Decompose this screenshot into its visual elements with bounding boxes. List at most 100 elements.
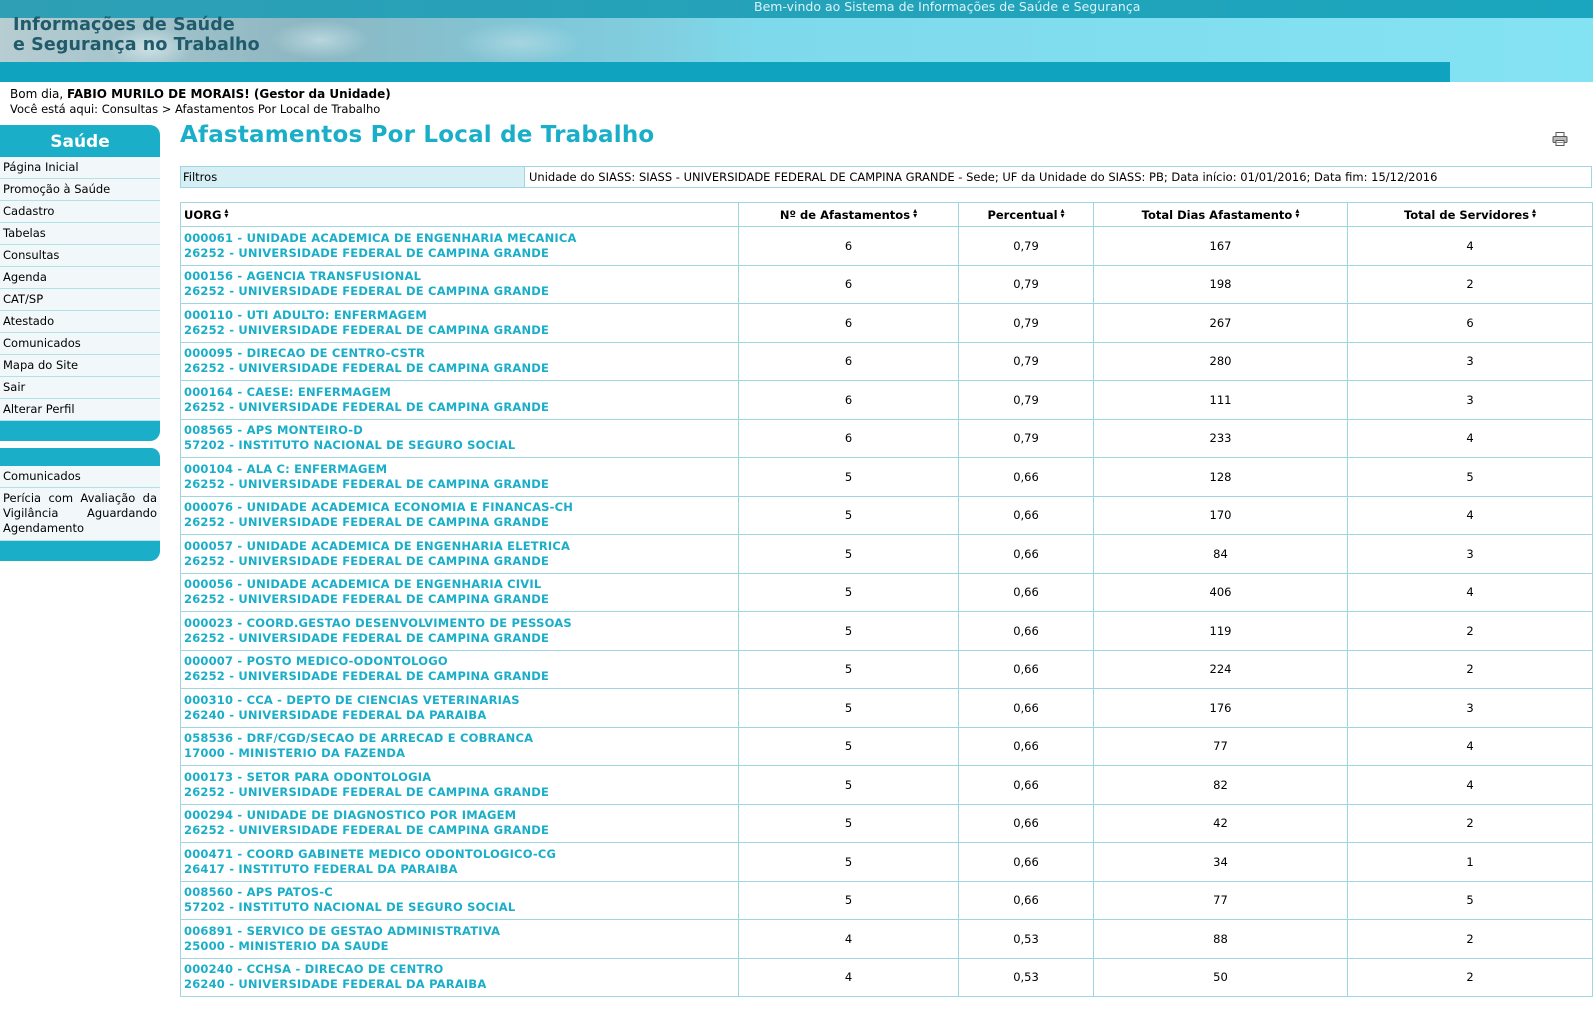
uorg-link[interactable]: 000164 - CAESE: ENFERMAGEM [184, 385, 738, 400]
cell-total-dias: 170 [1093, 495, 1348, 535]
uorg-link[interactable]: 000294 - UNIDADE DE DIAGNOSTICO POR IMAG… [184, 808, 738, 823]
org-link[interactable]: 17000 - MINISTERIO DA FAZENDA [184, 746, 738, 761]
org-link[interactable]: 26417 - INSTITUTO FEDERAL DA PARAIBA [184, 862, 738, 877]
cell-total-dias: 119 [1093, 611, 1348, 651]
uorg-link[interactable]: 006891 - SERVICO DE GESTAO ADMINISTRATIV… [184, 924, 738, 939]
cell-total-dias: 233 [1093, 418, 1348, 458]
cell-percentual: 0,53 [958, 919, 1094, 959]
sidebar-item-comunicados[interactable]: Comunicados [0, 333, 160, 355]
cell-uorg: 000057 - UNIDADE ACADEMICA DE ENGENHARIA… [180, 534, 739, 574]
org-link[interactable]: 26252 - UNIVERSIDADE FEDERAL DE CAMPINA … [184, 592, 738, 607]
table-row: 008560 - APS PATOS-C 57202 - INSTITUTO NA… [180, 880, 1593, 920]
cell-uorg: 008560 - APS PATOS-C 57202 - INSTITUTO NA… [180, 880, 739, 920]
sidebar-item-agenda[interactable]: Agenda [0, 267, 160, 289]
breadcrumb-link-consultas[interactable]: Consultas [102, 102, 158, 116]
org-link[interactable]: 26252 - UNIVERSIDADE FEDERAL DE CAMPINA … [184, 515, 738, 530]
uorg-link[interactable]: 000076 - UNIDADE ACADEMICA ECONOMIA E FI… [184, 500, 738, 515]
breadcrumb-separator: > [158, 102, 176, 116]
org-link[interactable]: 26240 - UNIVERSIDADE FEDERAL DA PARAIBA [184, 977, 738, 992]
uorg-link[interactable]: 000061 - UNIDADE ACADEMICA DE ENGENHARIA… [184, 231, 738, 246]
uorg-link[interactable]: 000471 - COORD GABINETE MEDICO ODONTOLOG… [184, 847, 738, 862]
org-link[interactable]: 26252 - UNIVERSIDADE FEDERAL DE CAMPINA … [184, 400, 738, 415]
sidebar-item-tabelas[interactable]: Tabelas [0, 223, 160, 245]
uorg-link[interactable]: 008565 - APS MONTEIRO-D [184, 423, 738, 438]
logo-line-1: Informações de Saúde [13, 15, 235, 35]
table-header-row: UORG ▴ ▾ Nº de Afastamentos ▴ ▾ Percentual ▴ ▾… [180, 202, 1593, 227]
org-link[interactable]: 26252 - UNIVERSIDADE FEDERAL DE CAMPINA … [184, 284, 738, 299]
sidebar-item-atestado[interactable]: Atestado [0, 311, 160, 333]
uorg-link[interactable]: 000173 - SETOR PARA ODONTOLOGIA [184, 770, 738, 785]
cell-total-servidores: 3 [1347, 341, 1593, 381]
cell-total-servidores: 2 [1347, 957, 1593, 997]
column-header-afastamentos[interactable]: Nº de Afastamentos ▴ ▾ [738, 202, 959, 227]
cell-total-servidores: 4 [1347, 572, 1593, 612]
cell-uorg: 000104 - ALA C: ENFERMAGEM 26252 - UNIVER… [180, 457, 739, 497]
org-link[interactable]: 26252 - UNIVERSIDADE FEDERAL DE CAMPINA … [184, 823, 738, 838]
sort-arrows-icon[interactable]: ▴ ▾ [1295, 206, 1299, 219]
sort-arrows-icon[interactable]: ▴ ▾ [1532, 206, 1536, 219]
cell-total-servidores: 6 [1347, 303, 1593, 343]
column-header-total-dias[interactable]: Total Dias Afastamento ▴ ▾ [1093, 202, 1348, 227]
cell-uorg: 000173 - SETOR PARA ODONTOLOGIA 26252 - U… [180, 765, 739, 805]
column-header-percentual[interactable]: Percentual ▴ ▾ [958, 202, 1094, 227]
sidebar-item-mapa-do-site[interactable]: Mapa do Site [0, 355, 160, 377]
cell-total-dias: 406 [1093, 572, 1348, 612]
cell-afastamentos: 5 [738, 803, 959, 843]
cell-percentual: 0,79 [958, 226, 1094, 266]
site-logo[interactable]: Informações de Saúde e Segurança no Trab… [13, 15, 260, 55]
org-link[interactable]: 26252 - UNIVERSIDADE FEDERAL DE CAMPINA … [184, 477, 738, 492]
cell-uorg: 000023 - COORD.GESTAO DESENVOLVIMENTO DE… [180, 611, 739, 651]
sidebar-item-pagina-inicial[interactable]: Página Inicial [0, 157, 160, 179]
cell-total-dias: 42 [1093, 803, 1348, 843]
org-link[interactable]: 26252 - UNIVERSIDADE FEDERAL DE CAMPINA … [184, 785, 738, 800]
org-link[interactable]: 26252 - UNIVERSIDADE FEDERAL DE CAMPINA … [184, 554, 738, 569]
cell-percentual: 0,66 [958, 842, 1094, 882]
sidebar-link-pericia-aguardando[interactable]: Perícia com Avaliação da Vigilância Agua… [0, 488, 160, 541]
cell-total-dias: 198 [1093, 264, 1348, 304]
uorg-link[interactable]: 000104 - ALA C: ENFERMAGEM [184, 462, 738, 477]
column-header-total-servidores[interactable]: Total de Servidores ▴ ▾ [1347, 202, 1593, 227]
sidebar-item-cat-sp[interactable]: CAT/SP [0, 289, 160, 311]
org-link[interactable]: 57202 - INSTITUTO NACIONAL DE SEGURO SOC… [184, 438, 738, 453]
sidebar-item-cadastro[interactable]: Cadastro [0, 201, 160, 223]
table-row: 000104 - ALA C: ENFERMAGEM 26252 - UNIVER… [180, 457, 1593, 497]
sort-arrows-icon[interactable]: ▴ ▾ [224, 206, 228, 219]
uorg-link[interactable]: 000007 - POSTO MEDICO-ODONTOLOGO [184, 654, 738, 669]
greeting-prefix: Bom dia, [10, 87, 68, 101]
uorg-link[interactable]: 000057 - UNIDADE ACADEMICA DE ENGENHARIA… [184, 539, 738, 554]
cell-afastamentos: 4 [738, 957, 959, 997]
uorg-link[interactable]: 000240 - CCHSA - DIRECAO DE CENTRO [184, 962, 738, 977]
cell-uorg: 000056 - UNIDADE ACADEMICA DE ENGENHARIA… [180, 572, 739, 612]
sidebar-link-comunicados[interactable]: Comunicados [0, 466, 160, 488]
uorg-link[interactable]: 000095 - DIRECAO DE CENTRO-CSTR [184, 346, 738, 361]
column-header-label: Percentual [987, 207, 1058, 222]
cell-total-dias: 77 [1093, 880, 1348, 920]
org-link[interactable]: 26252 - UNIVERSIDADE FEDERAL DE CAMPINA … [184, 631, 738, 646]
uorg-link[interactable]: 000023 - COORD.GESTAO DESENVOLVIMENTO DE… [184, 616, 738, 631]
uorg-link[interactable]: 008560 - APS PATOS-C [184, 885, 738, 900]
org-link[interactable]: 25000 - MINISTERIO DA SAUDE [184, 939, 738, 954]
cell-afastamentos: 5 [738, 649, 959, 689]
column-header-uorg[interactable]: UORG ▴ ▾ [180, 202, 739, 227]
sidebar-item-consultas[interactable]: Consultas [0, 245, 160, 267]
sidebar-item-alterar-perfil[interactable]: Alterar Perfil [0, 399, 160, 421]
org-link[interactable]: 26252 - UNIVERSIDADE FEDERAL DE CAMPINA … [184, 323, 738, 338]
printer-icon[interactable] [1552, 132, 1568, 146]
org-link[interactable]: 26252 - UNIVERSIDADE FEDERAL DE CAMPINA … [184, 669, 738, 684]
uorg-link[interactable]: 000056 - UNIDADE ACADEMICA DE ENGENHARIA… [184, 577, 738, 592]
org-link[interactable]: 57202 - INSTITUTO NACIONAL DE SEGURO SOC… [184, 900, 738, 915]
uorg-link[interactable]: 000310 - CCA - DEPTO DE CIENCIAS VETERIN… [184, 693, 738, 708]
org-link[interactable]: 26252 - UNIVERSIDADE FEDERAL DE CAMPINA … [184, 361, 738, 376]
sidebar-item-promocao-a-saude[interactable]: Promoção à Saúde [0, 179, 160, 201]
cell-uorg: 058536 - DRF/CGD/SECAO DE ARRECAD E COBR… [180, 726, 739, 766]
org-link[interactable]: 26240 - UNIVERSIDADE FEDERAL DA PARAIBA [184, 708, 738, 723]
org-link[interactable]: 26252 - UNIVERSIDADE FEDERAL DE CAMPINA … [184, 246, 738, 261]
sidebar-item-sair[interactable]: Sair [0, 377, 160, 399]
uorg-link[interactable]: 058536 - DRF/CGD/SECAO DE ARRECAD E COBR… [184, 731, 738, 746]
table-row: 000061 - UNIDADE ACADEMICA DE ENGENHARIA… [180, 226, 1593, 266]
cell-total-servidores: 2 [1347, 264, 1593, 304]
sort-arrows-icon[interactable]: ▴ ▾ [913, 206, 917, 219]
uorg-link[interactable]: 000110 - UTI ADULTO: ENFERMAGEM [184, 308, 738, 323]
uorg-link[interactable]: 000156 - AGENCIA TRANSFUSIONAL [184, 269, 738, 284]
sort-arrows-icon[interactable]: ▴ ▾ [1061, 206, 1065, 219]
